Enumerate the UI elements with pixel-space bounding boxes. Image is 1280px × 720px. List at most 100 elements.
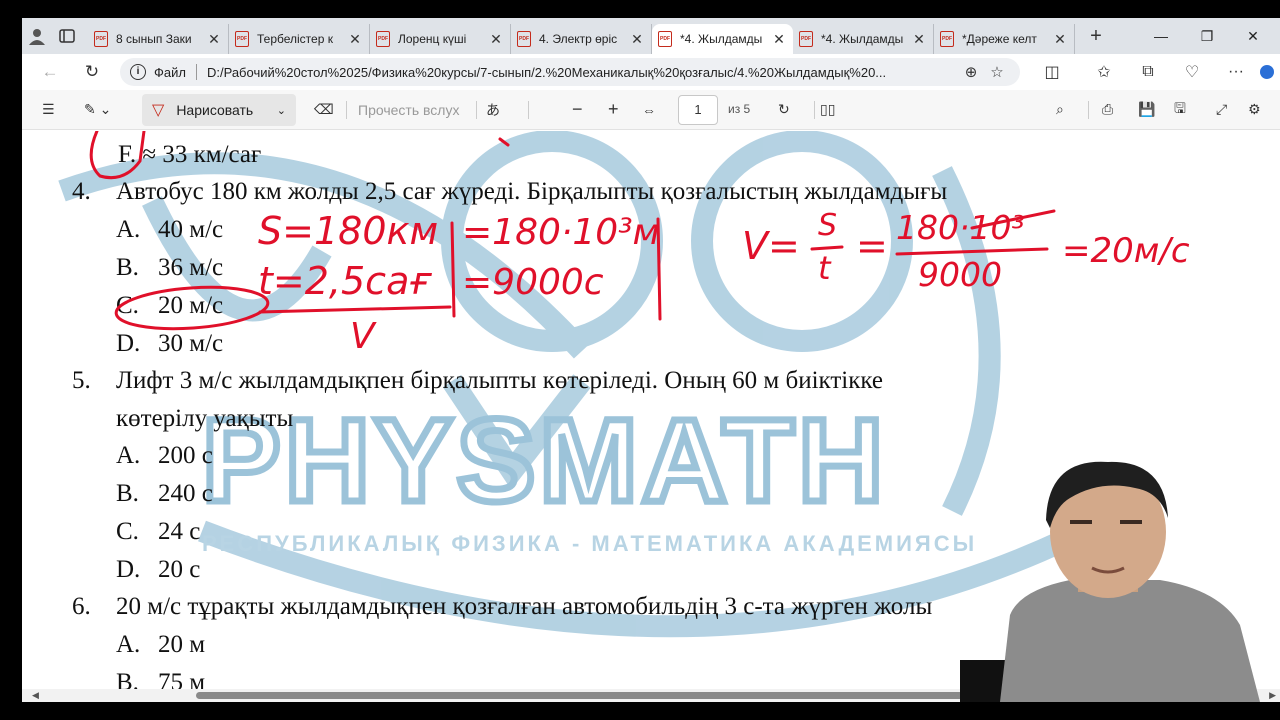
eraser-icon[interactable]: ⌫ <box>306 90 342 130</box>
save-as-icon[interactable]: 🖫 <box>1166 90 1194 130</box>
option: A. 20 м <box>116 631 205 659</box>
translate-icon[interactable]: あ <box>478 90 508 130</box>
split-screen-icon[interactable]: ◫ <box>1030 54 1074 90</box>
search-icon[interactable]: ⌕ <box>1048 90 1072 130</box>
browser-tab[interactable]: PDF Лоренц күші ✕ <box>370 24 511 54</box>
profile-icon[interactable] <box>22 18 52 54</box>
contents-icon[interactable]: ☰ <box>34 90 63 130</box>
fullscreen-icon[interactable]: ⤢ <box>1208 90 1235 130</box>
browser-tab[interactable]: PDF 8 сынып Заки ✕ <box>88 24 229 54</box>
option-value: 20 с <box>158 556 201 583</box>
question-text: Лифт 3 м/с жылдамдықпен бірқалыпты көтер… <box>116 367 883 394</box>
option-letter: C. <box>116 292 139 319</box>
divider <box>195 64 197 80</box>
underline <box>258 305 452 314</box>
collections-icon[interactable]: ⧉ <box>1126 54 1170 90</box>
hw-calc-num: 180·10³ <box>896 208 1025 247</box>
option: B. 36 м/с <box>116 254 223 282</box>
maximize-button[interactable]: ❐ <box>1184 18 1230 54</box>
zoom-icon[interactable]: ⊕ <box>958 63 984 81</box>
zoom-out-icon[interactable]: − <box>564 90 591 130</box>
fraction-bar-small <box>810 245 844 251</box>
presenter-video <box>960 461 1260 702</box>
favorites-icon[interactable]: ✩ <box>1082 54 1126 90</box>
close-tab-icon[interactable]: ✕ <box>771 31 787 48</box>
tab-title: 8 сынып Заки <box>116 32 192 46</box>
option-value: 30 м/с <box>158 330 224 357</box>
divider <box>528 101 529 119</box>
close-tab-icon[interactable]: ✕ <box>629 31 645 48</box>
browser-tab[interactable]: PDF Тербелістер к ✕ <box>229 24 370 54</box>
hw-equals: = <box>856 224 888 268</box>
question-number: 5. <box>72 367 91 394</box>
chevron-down-icon[interactable]: ⌄ <box>277 104 286 117</box>
option-value: 40 м/с <box>158 216 224 243</box>
new-tab-button[interactable]: + <box>1081 25 1111 48</box>
divider <box>1088 101 1089 119</box>
option-letter: A. <box>116 442 141 469</box>
file-label: Файл <box>154 64 186 80</box>
browser-tab[interactable]: PDF *4. Жылдамды ✕ <box>793 24 934 54</box>
question-number: 4. <box>72 178 91 205</box>
divider <box>346 101 347 119</box>
fit-width-icon[interactable]: ⇔ <box>634 90 664 130</box>
option-letter: D. <box>116 556 141 583</box>
address-row: ← ↻ i Файл D:/Рабочий%20стол%2025/Физика… <box>22 54 1280 90</box>
option: C. 20 м/с <box>116 292 223 320</box>
hw-calc-den: 9000 <box>918 255 1002 294</box>
option: D. 20 с <box>116 556 200 584</box>
close-window-button[interactable]: ✕ <box>1230 18 1276 54</box>
hw-result: =20м/с <box>1062 231 1190 271</box>
option-letter: A. <box>116 631 141 658</box>
scroll-left-icon[interactable]: ◀ <box>32 689 39 702</box>
browser-tab[interactable]: PDF *Дәреже келт ✕ <box>934 24 1075 54</box>
page-view-icon[interactable]: ▯▯ <box>812 90 843 130</box>
settings-icon[interactable]: ⚙ <box>1240 90 1269 130</box>
option-value: 75 м <box>158 669 206 689</box>
option: B. 240 с <box>116 480 213 508</box>
performance-icon[interactable]: ♡ <box>1170 54 1214 90</box>
question-text: 20 м/с тұрақты жылдамдықпен қозғалған ав… <box>116 593 933 620</box>
address-bar[interactable]: i Файл D:/Рабочий%20стол%2025/Физика%20к… <box>120 58 1020 86</box>
close-tab-icon[interactable]: ✕ <box>347 31 363 48</box>
pdf-file-icon: PDF <box>658 31 672 47</box>
rotate-icon[interactable]: ↻ <box>770 90 798 130</box>
zoom-in-icon[interactable]: + <box>600 90 627 130</box>
option: A. 200 с <box>116 442 213 470</box>
copilot-icon[interactable] <box>1254 54 1280 90</box>
hw-formula-num: S <box>818 208 837 243</box>
page-total: из 5 <box>728 102 751 116</box>
save-icon[interactable]: 💾 <box>1130 90 1163 130</box>
option-letter: D. <box>116 330 141 357</box>
url-text[interactable]: D:/Рабочий%20стол%2025/Физика%20курсы/7-… <box>207 65 958 80</box>
more-menu-icon[interactable]: ··· <box>1214 54 1258 90</box>
divider <box>476 101 477 119</box>
close-tab-icon[interactable]: ✕ <box>488 31 504 48</box>
back-icon[interactable]: ← <box>32 54 68 90</box>
print-icon[interactable]: ⎙ <box>1094 90 1121 130</box>
sweater <box>1000 580 1260 702</box>
workspaces-icon[interactable] <box>52 18 82 54</box>
browser-tab[interactable]: PDF 4. Электр өріс ✕ <box>511 24 652 54</box>
close-tab-icon[interactable]: ✕ <box>1052 31 1068 48</box>
read-aloud-button[interactable]: Прочесть вслух <box>350 90 467 130</box>
pdf-toolbar: ☰ ✎ ⌄ ▽ Нарисовать ⌄ ⌫ Прочесть вслух あ … <box>22 90 1280 130</box>
info-icon[interactable]: i <box>130 64 146 80</box>
close-tab-icon[interactable]: ✕ <box>206 31 222 48</box>
pdf-file-icon: PDF <box>940 31 954 47</box>
pen-icon: ▽ <box>152 102 165 119</box>
option-letter: B. <box>116 254 139 281</box>
highlight-icon[interactable]: ✎ ⌄ <box>76 90 119 130</box>
draw-button[interactable]: ▽ Нарисовать ⌄ <box>142 94 296 126</box>
page-number-input[interactable]: 1 <box>678 95 718 125</box>
tab-title: *4. Жылдамды <box>821 32 904 46</box>
minimize-button[interactable]: — <box>1138 18 1184 54</box>
fraction-bar <box>895 247 1049 256</box>
tab-title: 4. Электр өріс <box>539 32 618 46</box>
hw-formula-lhs: V= <box>742 224 800 268</box>
close-tab-icon[interactable]: ✕ <box>911 31 927 48</box>
browser-tab[interactable]: PDF *4. Жылдамды ✕ <box>652 24 793 54</box>
option-letter: B. <box>116 669 139 689</box>
favorite-star-icon[interactable]: ☆ <box>984 63 1010 81</box>
refresh-icon[interactable]: ↻ <box>74 54 110 90</box>
